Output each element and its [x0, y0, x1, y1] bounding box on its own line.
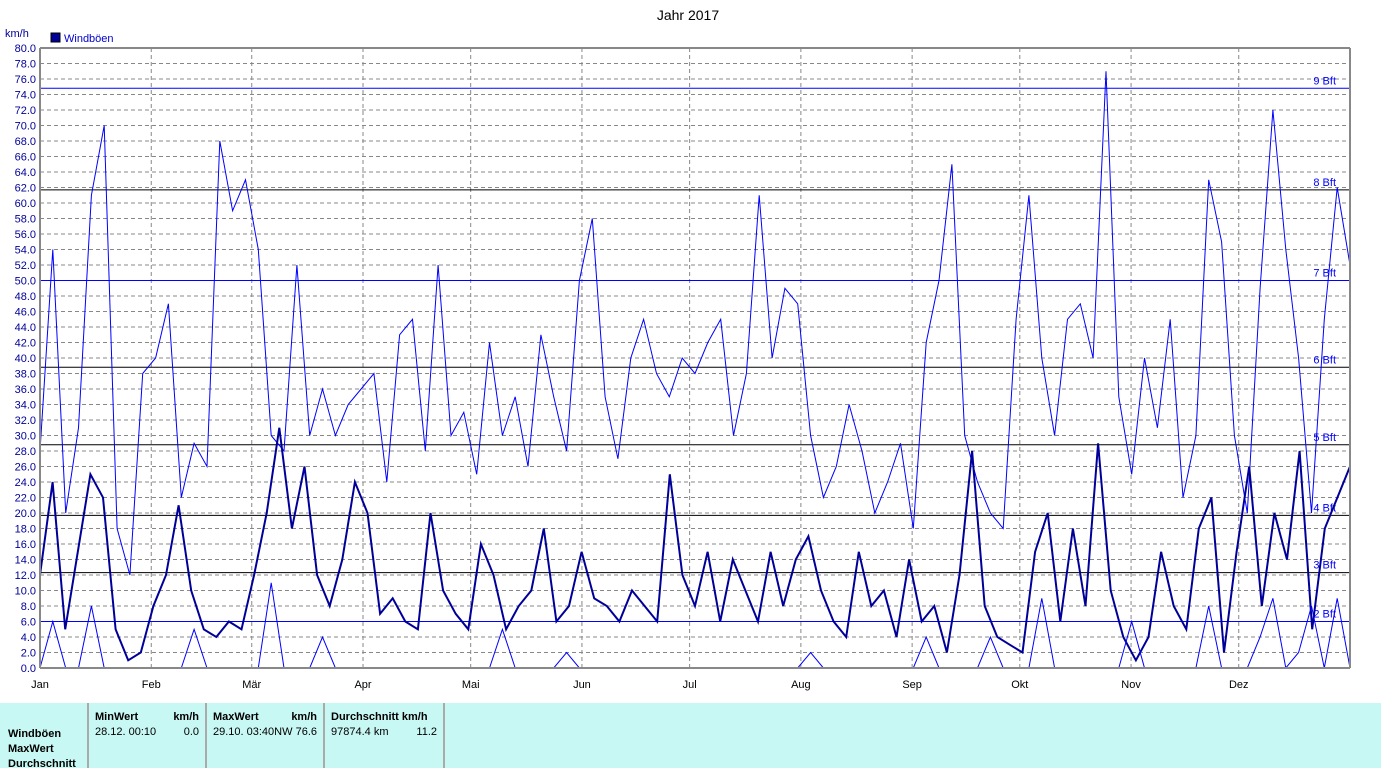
y-tick-label: 42.0: [15, 338, 36, 350]
y-tick-label: 76.0: [15, 74, 36, 86]
y-tick-label: 46.0: [15, 307, 36, 319]
y-tick-label: 72.0: [15, 105, 36, 117]
y-tick-label: 78.0: [15, 59, 36, 71]
x-tick-label: Aug: [791, 679, 811, 691]
y-tick-label: 60.0: [15, 198, 36, 210]
y-tick-label: 54.0: [15, 245, 36, 257]
min-column: MinWert km/h 28.12. 00:10 0.0: [89, 703, 207, 768]
x-tick-label: Jan: [31, 679, 49, 691]
max-unit: km/h: [291, 711, 317, 723]
max-date: 29.10. 03:40NW: [213, 726, 293, 738]
min-value: 0.0: [183, 726, 199, 738]
x-tick-label: Nov: [1121, 679, 1141, 691]
min-header: MinWert: [95, 711, 139, 723]
stats-table: Windböen MaxWert Durchschnitt MinWert km/…: [0, 703, 1381, 770]
legend-label: Windböen: [64, 33, 114, 45]
bft-label: 8 Bft: [1313, 177, 1336, 189]
max-header: MaxWert: [213, 711, 259, 723]
y-tick-label: 50.0: [15, 276, 36, 288]
x-tick-label: Dez: [1229, 679, 1249, 691]
max-column: MaxWert km/h 29.10. 03:40NW 76.6: [207, 703, 325, 768]
x-tick-label: Jun: [573, 679, 591, 691]
y-tick-label: 48.0: [15, 291, 36, 303]
bft-label: 2 Bft: [1313, 609, 1336, 621]
y-tick-label: 20.0: [15, 508, 36, 520]
y-tick-label: 56.0: [15, 229, 36, 241]
min-date: 28.12. 00:10: [95, 726, 157, 738]
y-tick-label: 4.0: [21, 632, 36, 644]
y-tick-label: 64.0: [15, 167, 36, 179]
y-tick-label: 26.0: [15, 462, 36, 474]
row-label: Durchschnitt: [8, 758, 76, 770]
y-tick-label: 16.0: [15, 539, 36, 551]
y-tick-label: 58.0: [15, 214, 36, 226]
avg-column: Durchschnitt km/h 97874.4 km 11.2: [325, 703, 445, 768]
y-tick-label: 70.0: [15, 121, 36, 133]
y-tick-label: 80.0: [15, 43, 36, 55]
y-tick-label: 62.0: [15, 183, 36, 195]
y-tick-label: 2.0: [21, 648, 36, 660]
legend-swatch: [50, 32, 61, 43]
y-tick-label: 40.0: [15, 353, 36, 365]
bft-label: 7 Bft: [1313, 268, 1336, 280]
y-tick-label: 34.0: [15, 400, 36, 412]
x-tick-label: Sep: [902, 679, 922, 691]
min-unit: km/h: [173, 711, 199, 723]
y-tick-label: 22.0: [15, 493, 36, 505]
bft-label: 6 Bft: [1313, 354, 1336, 366]
y-tick-label: 68.0: [15, 136, 36, 148]
y-tick-label: 14.0: [15, 555, 36, 567]
y-tick-label: 38.0: [15, 369, 36, 381]
y-tick-label: 52.0: [15, 260, 36, 272]
y-tick-label: 6.0: [21, 617, 36, 629]
y-tick-label: 74.0: [15, 90, 36, 102]
y-tick-label: 36.0: [15, 384, 36, 396]
x-tick-label: Okt: [1011, 679, 1028, 691]
x-tick-label: Mai: [462, 679, 480, 691]
bft-label: 3 Bft: [1313, 560, 1336, 572]
y-tick-label: 8.0: [21, 601, 36, 613]
y-tick-label: 10.0: [15, 586, 36, 598]
y-tick-label: 12.0: [15, 570, 36, 582]
y-tick-label: 32.0: [15, 415, 36, 427]
avg-header: Durchschnitt km/h: [331, 711, 428, 723]
y-tick-label: 24.0: [15, 477, 36, 489]
bft-label: 9 Bft: [1313, 75, 1336, 87]
wind-chart: Jahr 2017 km/h Windböen 2 Bft3 Bft4 Bft5…: [5, 7, 1351, 691]
x-tick-label: Mär: [242, 679, 261, 691]
x-tick-label: Feb: [142, 679, 161, 691]
y-tick-label: 30.0: [15, 431, 36, 443]
series-line: [39, 71, 1351, 576]
y-tick-label: 44.0: [15, 322, 36, 334]
y-tick-label: 28.0: [15, 446, 36, 458]
row-label: MaxWert: [8, 743, 54, 755]
avg-distance: 97874.4 km: [331, 726, 389, 738]
row-labels: Windböen MaxWert Durchschnitt: [0, 703, 89, 770]
chart-title: Jahr 2017: [657, 7, 719, 23]
max-value: 76.6: [295, 726, 317, 738]
x-tick-label: Apr: [354, 679, 371, 691]
y-tick-label: 18.0: [15, 524, 36, 536]
y-tick-label: 66.0: [15, 152, 36, 164]
y-tick-label: 0.0: [21, 663, 36, 675]
avg-value: 11.2: [416, 726, 437, 738]
x-tick-label: Jul: [683, 679, 697, 691]
y-axis-label: km/h: [5, 28, 29, 40]
row-label: Windböen: [8, 728, 62, 740]
